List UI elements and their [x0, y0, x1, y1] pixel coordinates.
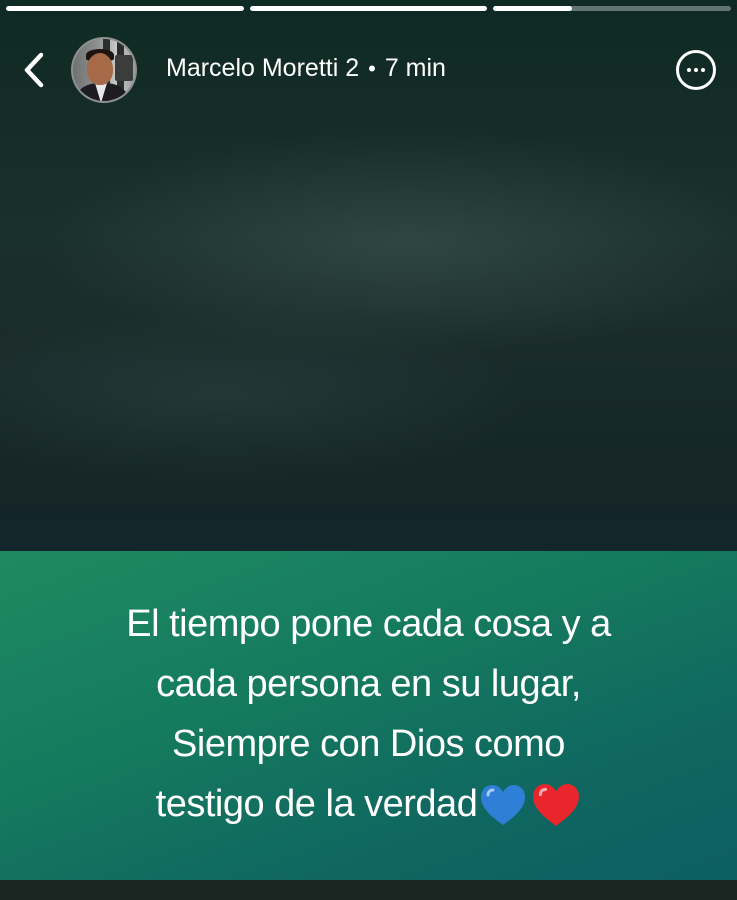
more-options-icon: [687, 68, 691, 72]
more-options-button[interactable]: [676, 50, 716, 90]
caption-line: testigo de la verdad: [155, 782, 478, 825]
caption-line-with-hearts: testigo de la verdad: [126, 774, 611, 834]
caption-line: cada persona en su lugar,: [156, 662, 581, 705]
caption-panel: El tiempo pone cada cosa y a cada person…: [0, 551, 737, 880]
author-name[interactable]: Marcelo Moretti 2: [166, 54, 359, 83]
post-time: 7 min: [384, 54, 446, 82]
caption-line: Siempre con Dios como: [172, 722, 565, 765]
caption-line: El tiempo pone cada cosa y a: [126, 602, 611, 645]
progress-segment: [493, 6, 732, 11]
red-heart-icon: [533, 784, 580, 827]
progress-fill: [493, 6, 572, 11]
chevron-left-icon: [24, 52, 44, 88]
bottom-strip: [0, 880, 737, 900]
story-progress-bar: [6, 6, 732, 11]
avatar[interactable]: [71, 37, 137, 103]
back-button[interactable]: [14, 48, 54, 92]
story-meta: Marcelo Moretti 2 • 7 min: [166, 54, 446, 83]
more-options-icon-dot: [694, 68, 698, 72]
progress-segment: [6, 6, 244, 11]
more-options-icon-dot: [701, 68, 705, 72]
blue-heart-icon: [481, 785, 526, 826]
progress-segment: [249, 6, 488, 11]
story-header: Marcelo Moretti 2 • 7 min: [0, 34, 737, 106]
meta-separator: •: [368, 55, 376, 81]
story-viewer[interactable]: Marcelo Moretti 2 • 7 min El tiempo pone…: [0, 0, 737, 900]
caption-text: El tiempo pone cada cosa y a cada person…: [126, 594, 611, 834]
progress-fill: [249, 6, 488, 11]
progress-fill: [6, 6, 244, 11]
